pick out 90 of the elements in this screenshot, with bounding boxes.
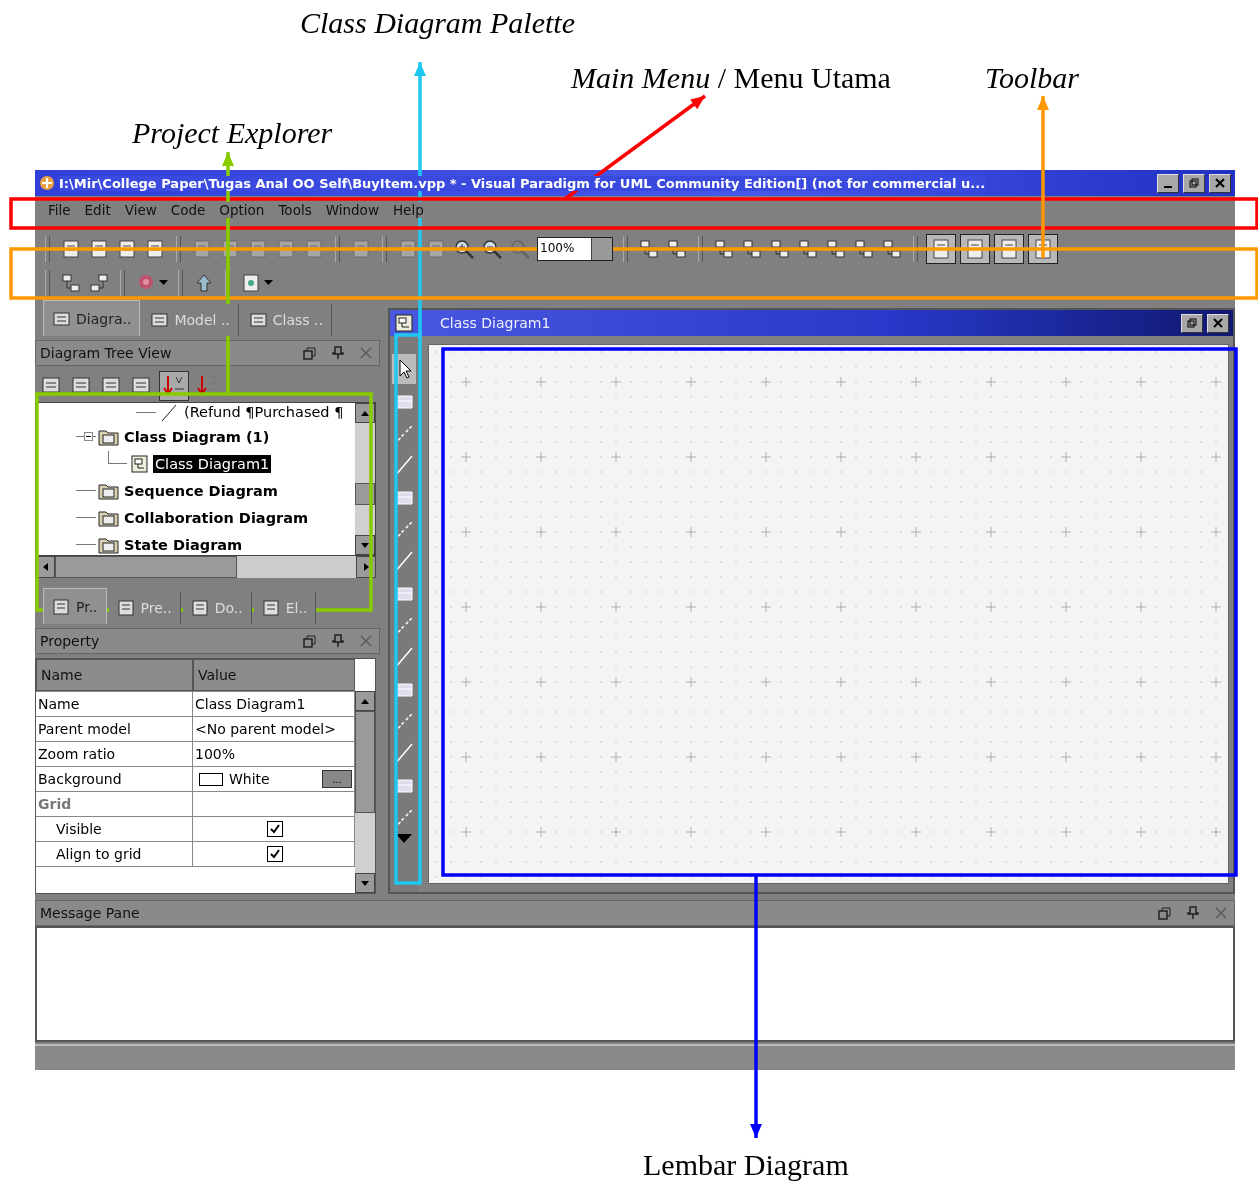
diagram-icon[interactable] bbox=[638, 238, 660, 260]
tree-line bbox=[108, 451, 127, 464]
panel-title: Message Pane bbox=[40, 905, 140, 921]
diagram-icon[interactable] bbox=[666, 238, 688, 260]
table-cell: Parent model bbox=[36, 717, 193, 741]
table-cell: Grid bbox=[36, 792, 193, 816]
up-arrow-icon[interactable] bbox=[361, 410, 369, 416]
property-tab[interactable]: Do.. bbox=[182, 592, 252, 624]
window-title: Class Diagram1 bbox=[440, 315, 552, 331]
app-icon bbox=[39, 175, 55, 191]
panel-icon bbox=[190, 599, 211, 617]
browse-button[interactable]: ... bbox=[322, 770, 352, 788]
zoom-out-icon[interactable] bbox=[481, 238, 503, 260]
callout-label: Lembar Diagram bbox=[643, 1148, 849, 1182]
caret-icon[interactable] bbox=[264, 280, 273, 286]
panel-icon bbox=[261, 599, 282, 617]
diagram-icon[interactable] bbox=[88, 272, 110, 294]
restore-icon bbox=[1187, 318, 1197, 328]
close-button[interactable] bbox=[1207, 313, 1229, 333]
restore-icon[interactable] bbox=[303, 634, 317, 648]
panel-icon bbox=[150, 311, 171, 329]
close-icon bbox=[1215, 178, 1225, 188]
diagram-icon[interactable] bbox=[713, 238, 735, 260]
diagram-icon[interactable] bbox=[60, 272, 82, 294]
property-tab[interactable]: Pr.. bbox=[43, 588, 107, 624]
column-header[interactable]: Name bbox=[36, 659, 193, 691]
column-header[interactable]: Value bbox=[193, 659, 355, 691]
zoom-field[interactable]: 100% bbox=[537, 237, 613, 261]
tree-line bbox=[76, 490, 96, 491]
zoom-in-icon[interactable] bbox=[453, 238, 475, 260]
minimize-button[interactable] bbox=[1157, 173, 1179, 193]
diagram-icon bbox=[394, 313, 414, 333]
table-cell: Align to grid bbox=[36, 842, 193, 866]
close-icon bbox=[1213, 318, 1223, 328]
scrollbar-thumb[interactable] bbox=[355, 711, 375, 813]
caret-icon[interactable] bbox=[159, 280, 168, 286]
property-tab[interactable]: El.. bbox=[253, 592, 317, 624]
scrollbar[interactable] bbox=[355, 691, 375, 893]
pin-icon[interactable] bbox=[1186, 906, 1200, 920]
down-arrow-icon[interactable] bbox=[361, 542, 369, 548]
panel-title: Diagram Tree View bbox=[40, 345, 172, 361]
diagram-icon[interactable] bbox=[881, 238, 903, 260]
more-tools-icon[interactable] bbox=[396, 834, 412, 844]
table-cell: Zoom ratio bbox=[36, 742, 193, 766]
checkbox[interactable] bbox=[266, 846, 283, 862]
tree-line bbox=[76, 544, 96, 545]
property-tab[interactable]: Pre.. bbox=[108, 592, 181, 624]
restore-button[interactable] bbox=[1183, 173, 1205, 193]
panel-icon bbox=[52, 597, 72, 616]
callout-label: Toolbar bbox=[985, 61, 1079, 95]
panel-icon bbox=[52, 309, 72, 328]
diagram-icon[interactable] bbox=[769, 238, 791, 260]
magnifier-icon[interactable] bbox=[509, 238, 531, 260]
restore-icon[interactable] bbox=[1158, 906, 1172, 920]
diagram-icon bbox=[129, 453, 151, 474]
callout-label: Project Explorer bbox=[132, 116, 333, 150]
diagram-icon[interactable] bbox=[825, 238, 847, 260]
color-name: White bbox=[229, 771, 270, 787]
explorer-tab[interactable]: Diagra.. bbox=[43, 300, 141, 336]
diagram-icon[interactable] bbox=[797, 238, 819, 260]
tree-item[interactable]: Class Diagram1 bbox=[153, 454, 272, 473]
restore-icon[interactable] bbox=[303, 346, 317, 360]
panel-icon bbox=[248, 311, 269, 329]
panel-title: Property bbox=[40, 633, 100, 649]
tree-line bbox=[76, 517, 96, 518]
up-arrow-icon[interactable] bbox=[361, 698, 369, 704]
pin-icon[interactable] bbox=[331, 634, 345, 648]
close-button[interactable] bbox=[1209, 173, 1231, 193]
scrollbar-thumb[interactable] bbox=[55, 556, 237, 578]
callout-label: Main Menu / Menu Utama bbox=[571, 61, 891, 95]
left-arrow-icon[interactable] bbox=[42, 563, 48, 571]
diagram-icon[interactable] bbox=[741, 238, 763, 260]
callout-label: Class Diagram Palette bbox=[300, 6, 575, 40]
table-cell: Background bbox=[36, 767, 193, 791]
color-swatch bbox=[199, 772, 223, 786]
restore-button[interactable] bbox=[1181, 313, 1203, 333]
checkbox[interactable] bbox=[266, 821, 283, 837]
restore-icon bbox=[1189, 178, 1199, 188]
pin-icon[interactable] bbox=[331, 346, 345, 360]
panel-icon bbox=[116, 599, 137, 617]
menu-item[interactable]: Tools bbox=[275, 202, 315, 218]
table-cell: Visible bbox=[36, 817, 193, 841]
window-title: I:\Mir\College Paper\Tugas Anal OO Self\BuyItem.vpp * - Visual Paradigm for UML Community Edition[] (not for commercial u... bbox=[59, 175, 986, 191]
tree-line bbox=[136, 411, 156, 413]
minimize-icon bbox=[1164, 186, 1172, 188]
down-arrow-icon[interactable] bbox=[361, 880, 369, 886]
right-arrow-icon[interactable] bbox=[363, 563, 369, 571]
table-cell: Name bbox=[36, 692, 193, 716]
diagram-icon[interactable] bbox=[853, 238, 875, 260]
collapse-toggle[interactable] bbox=[84, 432, 93, 441]
